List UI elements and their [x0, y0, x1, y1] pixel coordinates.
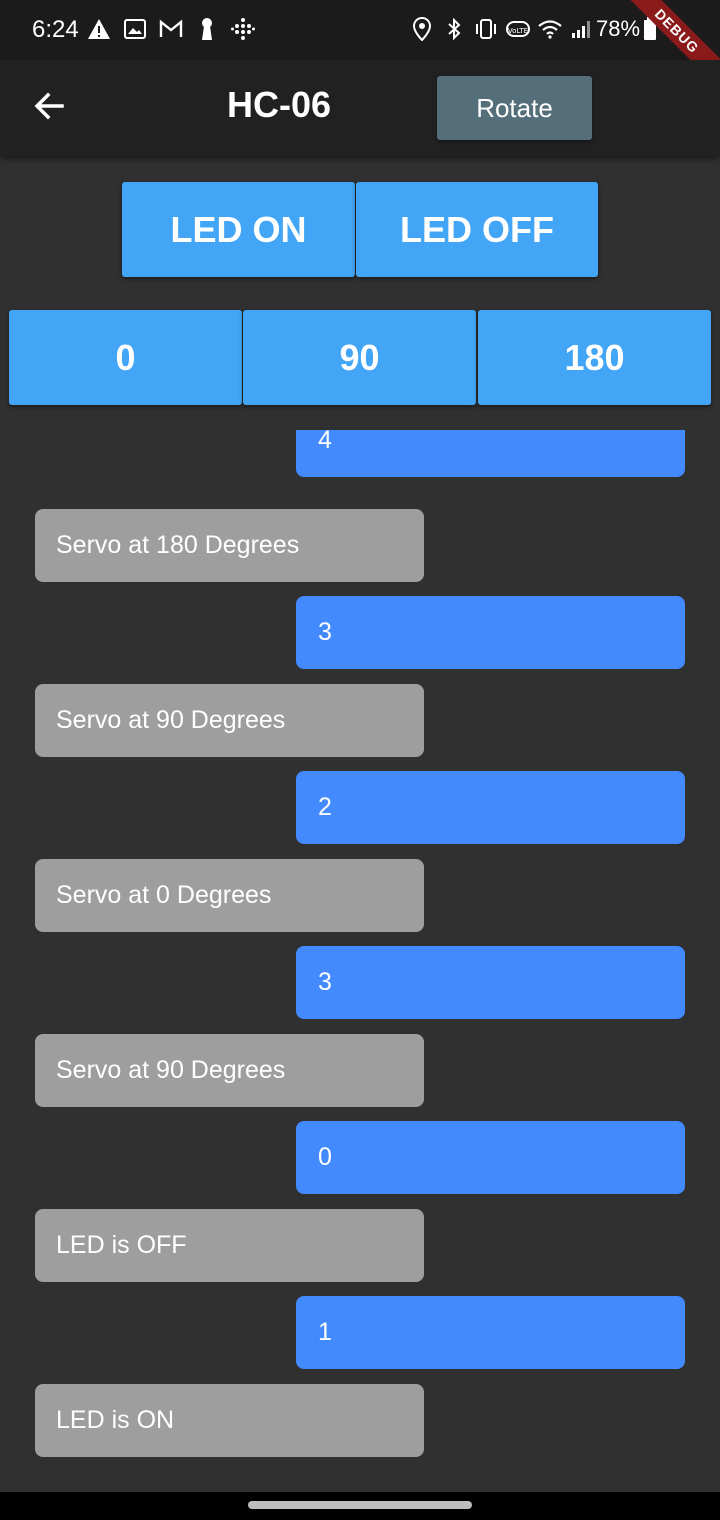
message-text: LED is OFF [56, 1231, 187, 1259]
dots-icon [230, 16, 256, 42]
received-message: Servo at 90 Degrees [35, 684, 424, 757]
message-text: LED is ON [56, 1406, 175, 1434]
led-off-button[interactable]: LED OFF [356, 182, 598, 277]
sent-message: 3 [296, 946, 685, 1019]
received-message: Servo at 90 Degrees [35, 1034, 424, 1107]
led-on-button[interactable]: LED ON [122, 182, 355, 277]
arrow-left-icon [34, 92, 64, 120]
message-text: Servo at 0 Degrees [56, 881, 272, 909]
page-title: HC-06 [227, 84, 332, 125]
sent-message: 1 [296, 1296, 685, 1369]
sent-message: 2 [296, 771, 685, 844]
received-message: Servo at 180 Degrees [35, 509, 424, 582]
message-text: Servo at 90 Degrees [56, 1056, 286, 1084]
home-gesture-handle[interactable] [248, 1501, 472, 1509]
battery-level: 78% [595, 16, 641, 41]
sent-message: 0 [296, 1121, 685, 1194]
volte-icon: VoLTE [506, 16, 530, 42]
status-right-icons: VoLTE 78% [410, 16, 662, 42]
rotate-button[interactable]: Rotate [437, 76, 592, 140]
app-bar: HC-06 Rotate [0, 60, 720, 156]
message-text: Servo at 90 Degrees [56, 706, 286, 734]
svg-text:VoLTE: VoLTE [508, 27, 528, 35]
back-button[interactable] [28, 84, 72, 128]
navigation-bar [0, 1492, 720, 1520]
message-text: 2 [318, 793, 332, 821]
received-message: LED is ON [35, 1384, 424, 1457]
status-bar: 6:24 VoLTE 78% [0, 0, 720, 60]
gmail-icon [158, 16, 184, 42]
message-text: 4 [318, 430, 332, 454]
alert-icon [86, 16, 112, 42]
message-text: 3 [318, 618, 332, 646]
message-list[interactable]: 4 Servo at 180 Degrees 3 Servo at 90 Deg… [0, 430, 720, 1492]
message-text: 3 [318, 968, 332, 996]
location-icon [410, 16, 434, 42]
image-icon [122, 16, 148, 42]
servo-180-button[interactable]: 180 [478, 310, 711, 405]
servo-90-button[interactable]: 90 [243, 310, 476, 405]
status-left-icons [86, 16, 256, 42]
message-text: 0 [318, 1143, 332, 1171]
wifi-icon [538, 16, 562, 42]
sent-message: 3 [296, 596, 685, 669]
received-message: Servo at 0 Degrees [35, 859, 424, 932]
received-message: LED is OFF [35, 1209, 424, 1282]
vibrate-icon [474, 16, 498, 42]
servo-0-button[interactable]: 0 [9, 310, 242, 405]
keyhole-icon [194, 16, 220, 42]
bluetooth-icon [442, 16, 466, 42]
signal-icon [570, 16, 594, 42]
message-text: Servo at 180 Degrees [56, 531, 300, 559]
status-time: 6:24 [32, 16, 79, 43]
sent-message: 4 [296, 430, 685, 477]
message-text: 1 [318, 1318, 332, 1346]
